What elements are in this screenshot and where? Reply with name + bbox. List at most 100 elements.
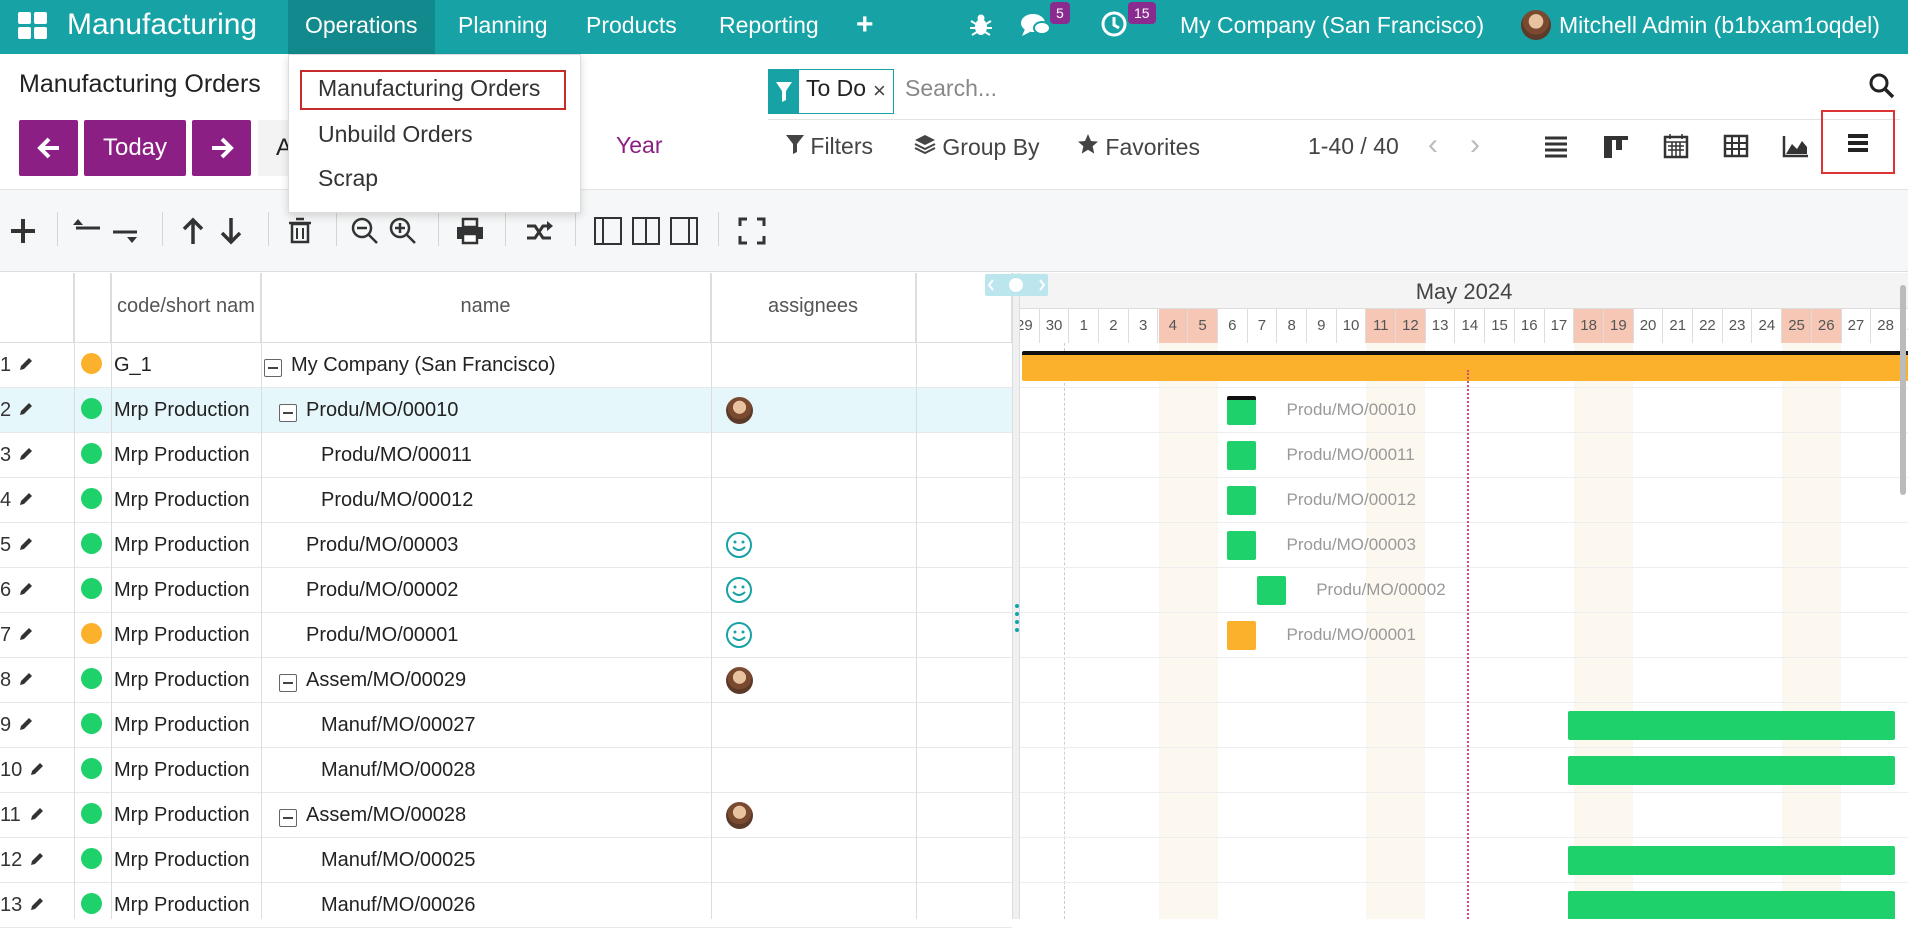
outdent-icon[interactable] <box>73 214 103 248</box>
edit-pencil-icon[interactable] <box>30 897 44 911</box>
user-avatar[interactable] <box>1521 10 1551 40</box>
star-icon <box>1078 134 1098 154</box>
edit-pencil-icon[interactable] <box>19 357 33 371</box>
gantt-bar[interactable] <box>1568 711 1896 740</box>
grid-header-name[interactable]: name <box>261 273 711 343</box>
edit-pencil-icon[interactable] <box>19 537 33 551</box>
edit-pencil-icon[interactable] <box>19 492 33 506</box>
menu-item-scrap[interactable]: Scrap <box>318 165 378 192</box>
calendar-view-icon[interactable] <box>1652 122 1700 170</box>
pivot-view-icon[interactable] <box>1712 122 1760 170</box>
edit-pencil-icon[interactable] <box>30 852 44 866</box>
next-button[interactable] <box>192 120 251 176</box>
layout-split-icon[interactable] <box>631 214 661 248</box>
edit-pencil-icon[interactable] <box>19 582 33 596</box>
print-icon[interactable] <box>455 214 485 248</box>
collapse-toggle-icon[interactable] <box>279 809 297 827</box>
collapse-toggle-icon[interactable] <box>279 404 297 422</box>
day-header-cell: 30 <box>1039 309 1070 343</box>
table-row[interactable]: 2 Mrp Production Produ/MO/00010 <box>0 388 1012 433</box>
menu-item-manufacturing-orders[interactable]: Manufacturing Orders <box>318 75 540 102</box>
pager-value[interactable]: 1-40 / 40 <box>1308 133 1399 160</box>
favorites-button[interactable]: Favorites <box>1077 133 1200 161</box>
edit-pencil-icon[interactable] <box>19 447 33 461</box>
prev-button[interactable] <box>19 120 78 176</box>
company-switcher[interactable]: My Company (San Francisco) <box>1180 0 1484 54</box>
user-menu[interactable]: Mitchell Admin (b1bxam1oqdel) <box>1559 0 1880 54</box>
edit-pencil-icon[interactable] <box>19 672 33 686</box>
menu-reporting[interactable]: Reporting <box>719 0 819 54</box>
table-row[interactable]: 6 Mrp Production Produ/MO/00002 <box>0 568 1012 613</box>
gantt-bar[interactable] <box>1568 756 1896 785</box>
list-view-icon[interactable] <box>1532 122 1580 170</box>
fullscreen-icon[interactable] <box>737 214 767 248</box>
pane-splitter[interactable] <box>1012 273 1020 919</box>
edit-pencil-icon[interactable] <box>19 402 33 416</box>
gantt-bar[interactable] <box>1226 441 1257 470</box>
zoom-in-icon[interactable] <box>388 214 418 248</box>
move-up-icon[interactable] <box>178 214 208 248</box>
edit-pencil-icon[interactable] <box>30 762 44 776</box>
gantt-bar[interactable] <box>1226 486 1257 515</box>
table-row[interactable]: 12 Mrp Production Manuf/MO/00025 <box>0 838 1012 883</box>
timeline-scroll-nav[interactable] <box>985 274 1048 296</box>
search-input[interactable]: Search... <box>905 75 997 102</box>
kanban-view-icon[interactable] <box>1592 122 1640 170</box>
menu-item-unbuild-orders[interactable]: Unbuild Orders <box>318 121 473 148</box>
grid-header-assignees[interactable]: assignees <box>711 273 916 343</box>
table-row[interactable]: 9 Mrp Production Manuf/MO/00027 <box>0 703 1012 748</box>
groupby-button[interactable]: Group By <box>914 133 1040 161</box>
graph-view-icon[interactable] <box>1772 122 1820 170</box>
add-task-icon[interactable] <box>8 214 38 248</box>
table-row[interactable]: 7 Mrp Production Produ/MO/00001 <box>0 613 1012 658</box>
layout-left-icon[interactable] <box>593 214 623 248</box>
table-row[interactable]: 4 Mrp Production Produ/MO/00012 <box>0 478 1012 523</box>
gantt-bar[interactable] <box>1021 351 1908 381</box>
table-row[interactable]: 11 Mrp Production Assem/MO/00028 <box>0 793 1012 838</box>
menu-operations[interactable]: Operations <box>288 0 435 54</box>
table-row[interactable]: 5 Mrp Production Produ/MO/00003 <box>0 523 1012 568</box>
gantt-bar[interactable] <box>1568 891 1896 919</box>
pager-prev-icon[interactable]: ‹ <box>1428 128 1438 162</box>
search-icon[interactable] <box>1868 72 1896 100</box>
edit-pencil-icon[interactable] <box>30 807 44 821</box>
layout-right-icon[interactable] <box>669 214 699 248</box>
facet-remove-icon[interactable]: × <box>873 78 886 104</box>
delete-icon[interactable] <box>285 214 315 248</box>
table-row[interactable]: 8 Mrp Production Assem/MO/00029 <box>0 658 1012 703</box>
collapse-toggle-icon[interactable] <box>264 359 282 377</box>
today-button[interactable]: Today <box>84 120 186 176</box>
table-row[interactable]: 10 Mrp Production Manuf/MO/00028 <box>0 748 1012 793</box>
table-row[interactable]: 1 G_1 My Company (San Francisco) <box>0 343 1012 388</box>
gantt-bar[interactable] <box>1568 846 1896 875</box>
table-row[interactable]: 3 Mrp Production Produ/MO/00011 <box>0 433 1012 478</box>
indent-icon[interactable] <box>110 214 140 248</box>
edit-pencil-icon[interactable] <box>19 717 33 731</box>
gantt-bar[interactable] <box>1226 396 1257 425</box>
menu-planning[interactable]: Planning <box>458 0 548 54</box>
bug-icon[interactable] <box>968 12 994 38</box>
add-menu-icon[interactable]: + <box>856 0 874 54</box>
vertical-scrollbar[interactable] <box>1900 285 1906 495</box>
code-cell: Mrp Production <box>114 444 250 466</box>
gantt-bar[interactable] <box>1226 621 1257 650</box>
gantt-bar[interactable] <box>1256 576 1287 605</box>
search-facet[interactable]: To Do × <box>768 69 894 114</box>
pager-next-icon[interactable]: › <box>1470 128 1480 162</box>
clock-icon[interactable] <box>1100 10 1128 38</box>
grid-header-code[interactable]: code/short nam <box>111 273 261 343</box>
scale-year-button[interactable]: Year <box>616 132 662 159</box>
apps-menu-icon[interactable] <box>18 12 48 40</box>
gantt-bar[interactable] <box>1226 531 1257 560</box>
gantt-view-button[interactable] <box>1821 110 1895 174</box>
table-row[interactable]: 13 Mrp Production Manuf/MO/00026 <box>0 883 1012 928</box>
edit-pencil-icon[interactable] <box>19 627 33 641</box>
zoom-out-icon[interactable] <box>350 214 380 248</box>
chat-icon[interactable] <box>1020 11 1052 39</box>
link-dependency-icon[interactable] <box>525 214 555 248</box>
menu-products[interactable]: Products <box>586 0 677 54</box>
collapse-toggle-icon[interactable] <box>279 674 297 692</box>
app-name[interactable]: Manufacturing <box>67 0 257 54</box>
filters-button[interactable]: Filters <box>786 133 873 160</box>
move-down-icon[interactable] <box>216 214 246 248</box>
